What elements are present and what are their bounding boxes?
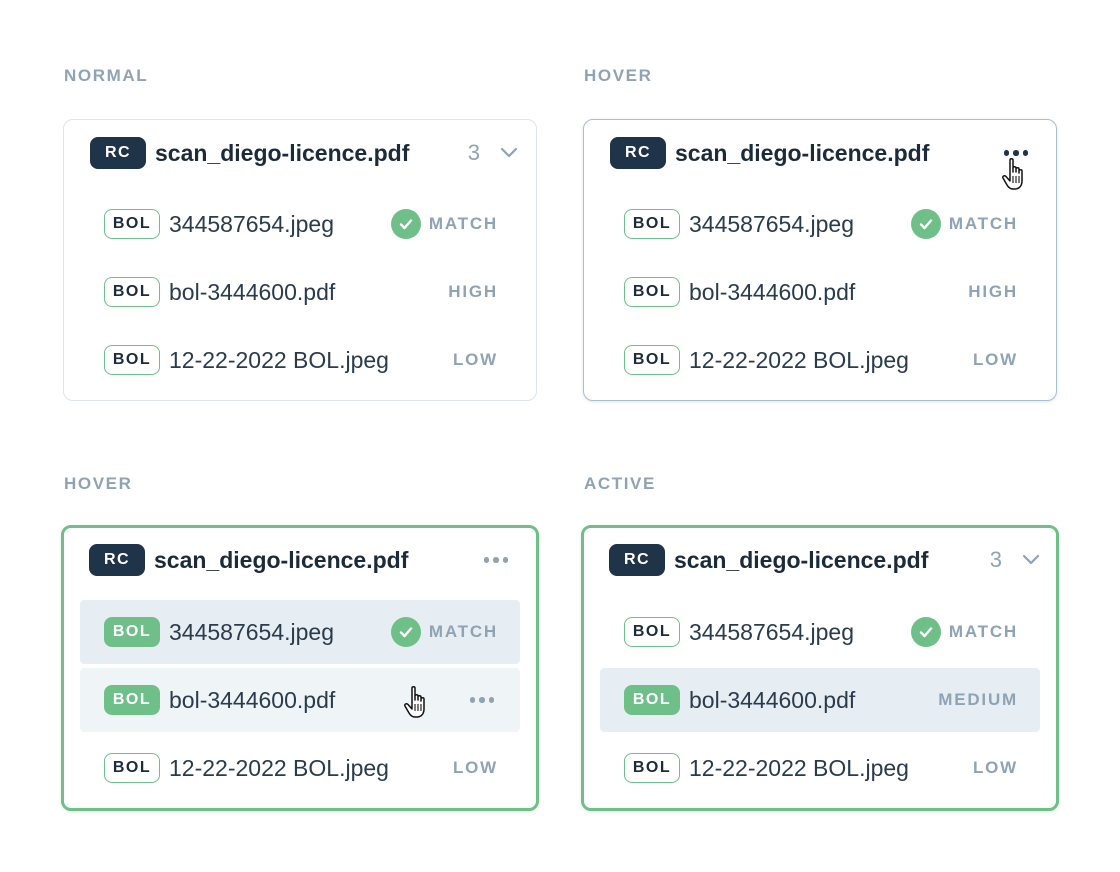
confidence-status: HIGH	[448, 282, 498, 301]
file-row[interactable]: BOL 12-22-2022 BOL.jpeg LOW	[80, 328, 520, 392]
rc-badge: RC	[610, 137, 666, 169]
match-status: MATCH	[390, 209, 498, 239]
status-text: MATCH	[428, 622, 498, 641]
rc-badge: RC	[90, 137, 146, 169]
file-row-active[interactable]: BOL bol-3444600.pdf MEDIUM	[600, 668, 1040, 732]
chevron-down-icon[interactable]	[1022, 551, 1040, 569]
file-name: 344587654.jpeg	[689, 618, 854, 645]
file-row[interactable]: BOL bol-3444600.pdf	[80, 668, 520, 732]
bol-badge: BOL	[624, 209, 680, 239]
file-name: 344587654.jpeg	[169, 618, 334, 645]
chevron-down-icon[interactable]	[500, 144, 518, 162]
file-count: 3	[989, 547, 1002, 572]
card-title: scan_diego-licence.pdf	[155, 139, 410, 166]
file-group-card-hover-selected[interactable]: RC scan_diego-licence.pdf BOL 344587654.…	[61, 525, 539, 811]
bol-badge: BOL	[624, 277, 680, 307]
file-name: 344587654.jpeg	[689, 210, 854, 237]
status-text: MATCH	[948, 622, 1018, 641]
file-row[interactable]: BOL bol-3444600.pdf HIGH	[600, 260, 1040, 324]
file-group-card-active[interactable]: RC scan_diego-licence.pdf 3 BOL 34458765…	[581, 525, 1059, 811]
state-label-normal: NORMAL	[64, 66, 149, 85]
confidence-status: HIGH	[968, 282, 1018, 301]
file-name: bol-3444600.pdf	[689, 278, 856, 305]
state-label-hover: HOVER	[584, 66, 653, 85]
card-title: scan_diego-licence.pdf	[675, 139, 930, 166]
bol-badge: BOL	[104, 277, 160, 307]
bol-badge: BOL	[104, 617, 160, 647]
file-row[interactable]: BOL 12-22-2022 BOL.jpeg LOW	[80, 736, 520, 800]
bol-badge: BOL	[624, 753, 680, 783]
bol-badge: BOL	[104, 753, 160, 783]
file-name: 344587654.jpeg	[169, 210, 334, 237]
file-row[interactable]: BOL 344587654.jpeg MATCH	[80, 192, 520, 256]
confidence-status: MEDIUM	[938, 690, 1018, 709]
confidence-status: LOW	[972, 350, 1018, 369]
card-title: scan_diego-licence.pdf	[154, 546, 409, 573]
state-label-active: ACTIVE	[584, 474, 656, 493]
file-group-card-normal[interactable]: RC scan_diego-licence.pdf 3 BOL 34458765…	[63, 119, 537, 401]
bol-badge: BOL	[104, 345, 160, 375]
check-icon	[910, 209, 941, 239]
card-header[interactable]: RC scan_diego-licence.pdf 3	[90, 137, 518, 169]
file-count: 3	[467, 140, 480, 165]
file-name: 12-22-2022 BOL.jpeg	[169, 754, 389, 781]
card-title: scan_diego-licence.pdf	[674, 546, 929, 573]
match-status: MATCH	[910, 617, 1018, 647]
file-name: 12-22-2022 BOL.jpeg	[689, 754, 909, 781]
file-row[interactable]: BOL 344587654.jpeg MATCH	[80, 600, 520, 664]
rc-badge: RC	[89, 544, 145, 576]
file-row[interactable]: BOL 344587654.jpeg MATCH	[600, 600, 1040, 664]
more-dots-icon[interactable]	[483, 551, 508, 569]
check-icon	[910, 617, 941, 647]
rc-badge: RC	[609, 544, 665, 576]
file-name: 12-22-2022 BOL.jpeg	[689, 346, 909, 373]
card-header[interactable]: RC scan_diego-licence.pdf 3	[609, 544, 1040, 576]
state-label-hover: HOVER	[64, 474, 133, 493]
confidence-status: LOW	[972, 758, 1018, 777]
check-icon	[390, 617, 421, 647]
check-icon	[390, 209, 421, 239]
hand-pointer-cursor	[404, 685, 425, 718]
more-dots-icon[interactable]	[469, 691, 494, 709]
bol-badge: BOL	[104, 209, 160, 239]
status-text: MATCH	[948, 214, 1018, 233]
file-group-card-hover[interactable]: RC scan_diego-licence.pdf BOL 344587654.…	[583, 119, 1057, 401]
file-row[interactable]: BOL 344587654.jpeg MATCH	[600, 192, 1040, 256]
file-row[interactable]: BOL 12-22-2022 BOL.jpeg LOW	[600, 328, 1040, 392]
match-status: MATCH	[390, 617, 498, 647]
file-row[interactable]: BOL bol-3444600.pdf HIGH	[80, 260, 520, 324]
confidence-status: LOW	[452, 350, 498, 369]
hand-pointer-cursor	[1002, 157, 1023, 190]
bol-badge: BOL	[624, 617, 680, 647]
file-name: bol-3444600.pdf	[169, 278, 336, 305]
bol-badge: BOL	[624, 685, 680, 715]
file-name: 12-22-2022 BOL.jpeg	[169, 346, 389, 373]
confidence-status: LOW	[452, 758, 498, 777]
card-header[interactable]: RC scan_diego-licence.pdf	[89, 544, 520, 576]
status-text: MATCH	[428, 214, 498, 233]
bol-badge: BOL	[624, 345, 680, 375]
file-row[interactable]: BOL 12-22-2022 BOL.jpeg LOW	[600, 736, 1040, 800]
file-name: bol-3444600.pdf	[689, 686, 856, 713]
card-header[interactable]: RC scan_diego-licence.pdf	[610, 137, 1038, 169]
bol-badge: BOL	[104, 685, 160, 715]
match-status: MATCH	[910, 209, 1018, 239]
